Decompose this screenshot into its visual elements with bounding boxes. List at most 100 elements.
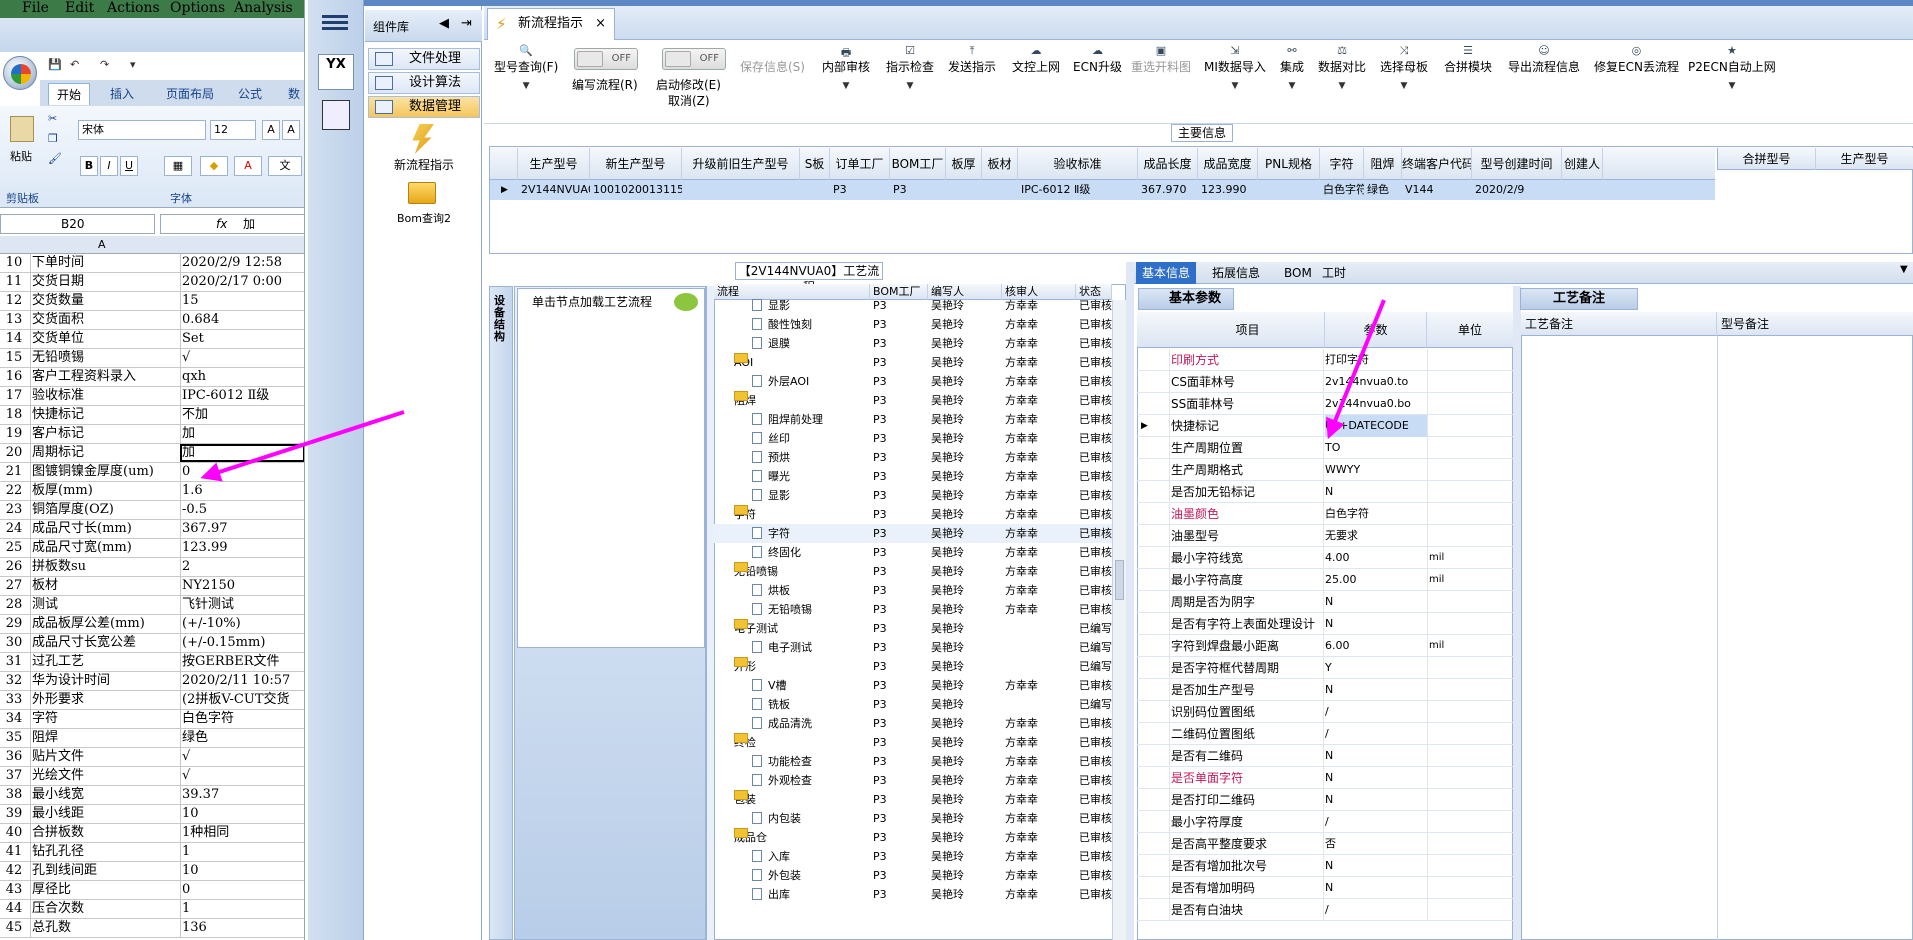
shrink-font-icon[interactable]: A: [282, 120, 300, 140]
grid-cell[interactable]: 367.970: [1138, 180, 1198, 200]
flow-node[interactable]: 内包装: [752, 809, 870, 828]
cell-a[interactable]: 客户标记: [30, 425, 178, 443]
hamburger-menu-icon[interactable]: [322, 12, 348, 34]
list-item[interactable]: 曝光 P3 吴艳玲 方幸幸 已审核: [714, 467, 1112, 486]
list-item[interactable]: V槽 P3 吴艳玲 方幸幸 已审核: [714, 676, 1112, 695]
list-item[interactable]: 外包装 P3 吴艳玲 方幸幸 已审核: [714, 866, 1112, 885]
flow-node[interactable]: 电子测试: [752, 638, 870, 657]
cell-a[interactable]: 板厚(mm): [30, 482, 178, 500]
table-row[interactable]: 最小字符厚度 /: [1137, 811, 1513, 833]
cell-a[interactable]: 铜箔厚度(OZ): [30, 501, 178, 519]
column-header[interactable]: 新生产型号: [590, 148, 682, 180]
cell-b[interactable]: 123.99: [180, 539, 304, 557]
menu-file[interactable]: File: [22, 0, 49, 16]
flow-node[interactable]: 功能检查: [752, 752, 870, 771]
cell-b[interactable]: 加: [180, 444, 304, 462]
row-number[interactable]: 30: [0, 634, 28, 652]
tab-extended-info[interactable]: 拓展信息: [1206, 262, 1266, 284]
table-row[interactable]: 最小字符线宽 4.00 mil: [1137, 547, 1513, 569]
scrollbar-thumb[interactable]: [1115, 560, 1124, 600]
cell-b[interactable]: (+/-0.15mm): [180, 634, 304, 652]
menu-actions[interactable]: Actions: [107, 0, 160, 16]
column-header[interactable]: 验收标准: [1018, 148, 1138, 180]
cell-a[interactable]: 总孔数: [30, 919, 178, 937]
list-item[interactable]: −包装P3 吴艳玲 方幸幸 已审核: [714, 790, 1112, 809]
column-header[interactable]: 板厚: [946, 148, 982, 180]
cell-b[interactable]: 39.37: [180, 786, 304, 804]
office-button[interactable]: [3, 56, 37, 90]
cell-a[interactable]: 板材: [30, 577, 178, 595]
flow-node[interactable]: 成品清洗: [752, 714, 870, 733]
undo-icon[interactable]: ↶: [70, 58, 79, 71]
row-number[interactable]: 43: [0, 881, 28, 899]
table-row[interactable]: 印刷方式 打印字符: [1137, 349, 1513, 371]
param-value[interactable]: N: [1325, 613, 1427, 635]
grid-cell[interactable]: 白色字符: [1320, 180, 1364, 200]
column-header[interactable]: BOM工厂: [890, 148, 946, 180]
row-number[interactable]: 23: [0, 501, 28, 519]
table-row[interactable]: 是否字符框代替周期 Y: [1137, 657, 1513, 679]
column-header[interactable]: 板材: [982, 148, 1018, 180]
table-row[interactable]: 是否单面字符 N: [1137, 767, 1513, 789]
flow-node[interactable]: 无铅喷锡: [752, 600, 870, 619]
border-icon[interactable]: ▦: [164, 156, 192, 176]
cell-b[interactable]: 白色字符: [180, 710, 304, 728]
cell-a[interactable]: 最小线距: [30, 805, 178, 823]
tab-basic-info[interactable]: 基本信息: [1136, 262, 1197, 284]
grid-cell[interactable]: 123.990: [1198, 180, 1258, 200]
cell-b[interactable]: 0.684: [180, 311, 304, 329]
cell-b[interactable]: 2020/2/11 10:57: [180, 672, 304, 690]
param-value[interactable]: Y: [1325, 657, 1427, 679]
list-item[interactable]: 入库 P3 吴艳玲 方幸幸 已审核: [714, 847, 1112, 866]
cell-a[interactable]: 字符: [30, 710, 178, 728]
column-header-a[interactable]: A: [0, 236, 304, 254]
list-item[interactable]: −电子测试P3 吴艳玲 已编写: [714, 619, 1112, 638]
flow-node[interactable]: 丝印: [752, 429, 870, 448]
cell-b[interactable]: 1种相同: [180, 824, 304, 842]
cell-b[interactable]: 136: [180, 919, 304, 937]
cancel-button[interactable]: 取消(Z): [668, 92, 710, 109]
right-splitter[interactable]: [1513, 286, 1521, 940]
fx-icon[interactable]: fx: [216, 215, 227, 233]
cell-b[interactable]: 绿色: [180, 729, 304, 747]
column-header[interactable]: 合拼型号: [1718, 148, 1816, 170]
cell-a[interactable]: 成品尺寸长(mm): [30, 520, 178, 538]
pin-icon[interactable]: ⇥: [461, 16, 472, 31]
cell-a[interactable]: 图镀铜镍金厚度(um): [30, 463, 178, 481]
table-row[interactable]: ▶ 2V144NVUA0 10010200131156 P3 P3 IPC-6012 Ⅱ级…: [490, 180, 1715, 200]
menu-edit[interactable]: Edit: [65, 0, 94, 16]
list-item[interactable]: 成品清洗 P3 吴艳玲 方幸幸 已审核: [714, 714, 1112, 733]
formula-bar[interactable]: fx 加: [160, 214, 304, 234]
cell-a[interactable]: 成品尺寸宽(mm): [30, 539, 178, 557]
table-row[interactable]: 是否高平整度要求 否: [1137, 833, 1513, 855]
table-row[interactable]: 二维码位置图纸 /: [1137, 723, 1513, 745]
grid-cell[interactable]: [1258, 180, 1320, 200]
row-number[interactable]: 44: [0, 900, 28, 918]
param-value[interactable]: /: [1325, 811, 1427, 833]
column-header[interactable]: 字符: [1320, 148, 1364, 180]
param-value[interactable]: 4.00: [1325, 547, 1427, 569]
table-row[interactable]: 识别码位置图纸 /: [1137, 701, 1513, 723]
table-row[interactable]: 生产周期格式 WWYY: [1137, 459, 1513, 481]
column-header[interactable]: 阻焊: [1364, 148, 1402, 180]
cell-a[interactable]: 钻孔孔径: [30, 843, 178, 861]
flow-node[interactable]: −电子测试: [734, 619, 870, 638]
cell-b[interactable]: 1: [180, 843, 304, 861]
column-header-unit[interactable]: 单位: [1427, 312, 1513, 348]
row-number[interactable]: 13: [0, 311, 28, 329]
model-query-button[interactable]: 🔍 型号查询(F) ▼: [494, 44, 558, 91]
flow-node[interactable]: 外观检查: [752, 771, 870, 790]
cell-a[interactable]: 客户工程资料录入: [30, 368, 178, 386]
cell-a[interactable]: 合拼板数: [30, 824, 178, 842]
column-header[interactable]: 型号备注: [1717, 312, 1913, 336]
cell-b[interactable]: 0: [180, 881, 304, 899]
row-number[interactable]: 17: [0, 387, 28, 405]
cut-icon[interactable]: ✂: [48, 112, 57, 125]
table-row[interactable]: 是否打印二维码 N: [1137, 789, 1513, 811]
grid-cell[interactable]: [1562, 180, 1603, 200]
flow-node[interactable]: 铣板: [752, 695, 870, 714]
middle-splitter[interactable]: [1126, 262, 1134, 940]
flow-node[interactable]: −成品仓: [734, 828, 870, 847]
complib-item-file-processing[interactable]: 文件处理: [368, 48, 480, 70]
save-info-button[interactable]: 保存信息(S): [740, 44, 805, 75]
